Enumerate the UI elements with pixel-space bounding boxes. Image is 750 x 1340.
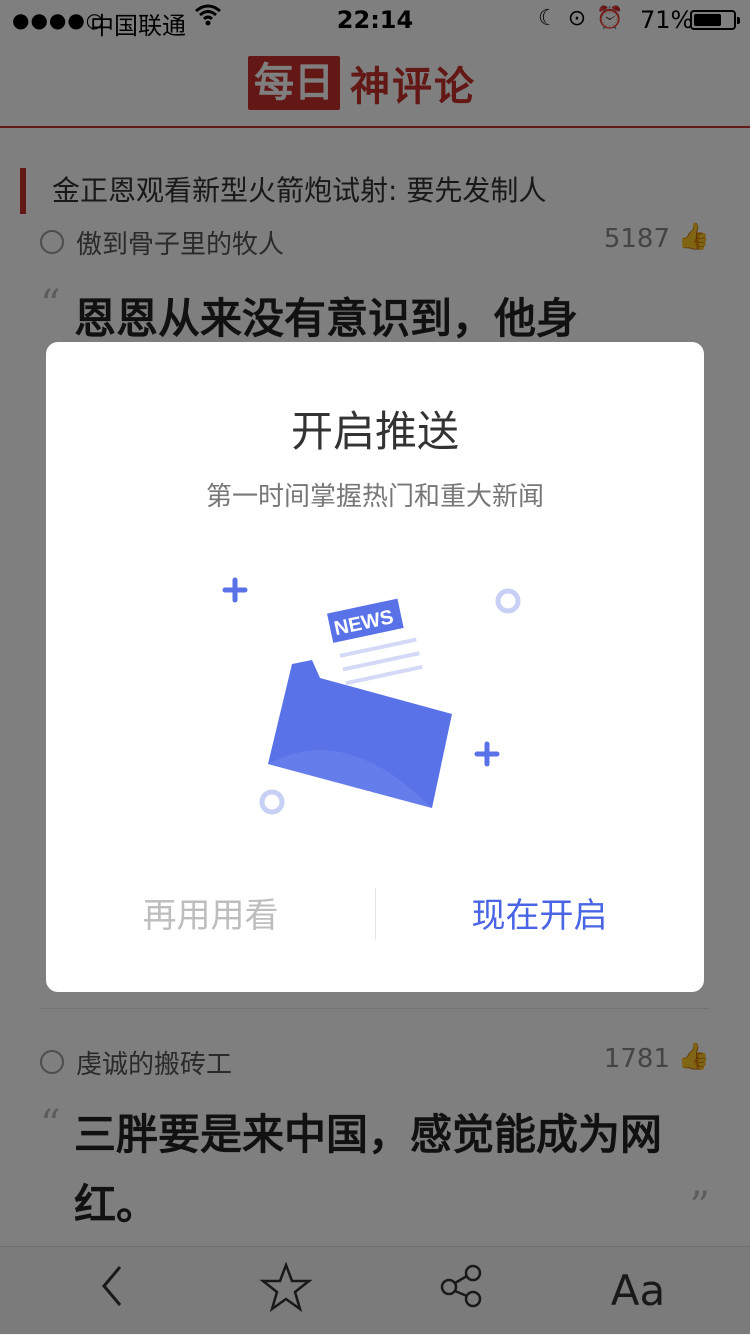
ring-decoration [495, 588, 521, 614]
push-notification-dialog: 开启推送 第一时间掌握热门和重大新闻 NEWS 再用用看 现在开启 [46, 342, 704, 992]
plus-icon [222, 577, 248, 603]
news-illustration: NEWS [222, 577, 521, 815]
enable-now-button[interactable]: 现在开启 [375, 888, 704, 944]
later-button[interactable]: 再用用看 [46, 888, 375, 944]
plus-icon [474, 741, 500, 767]
ring-decoration [259, 789, 285, 815]
